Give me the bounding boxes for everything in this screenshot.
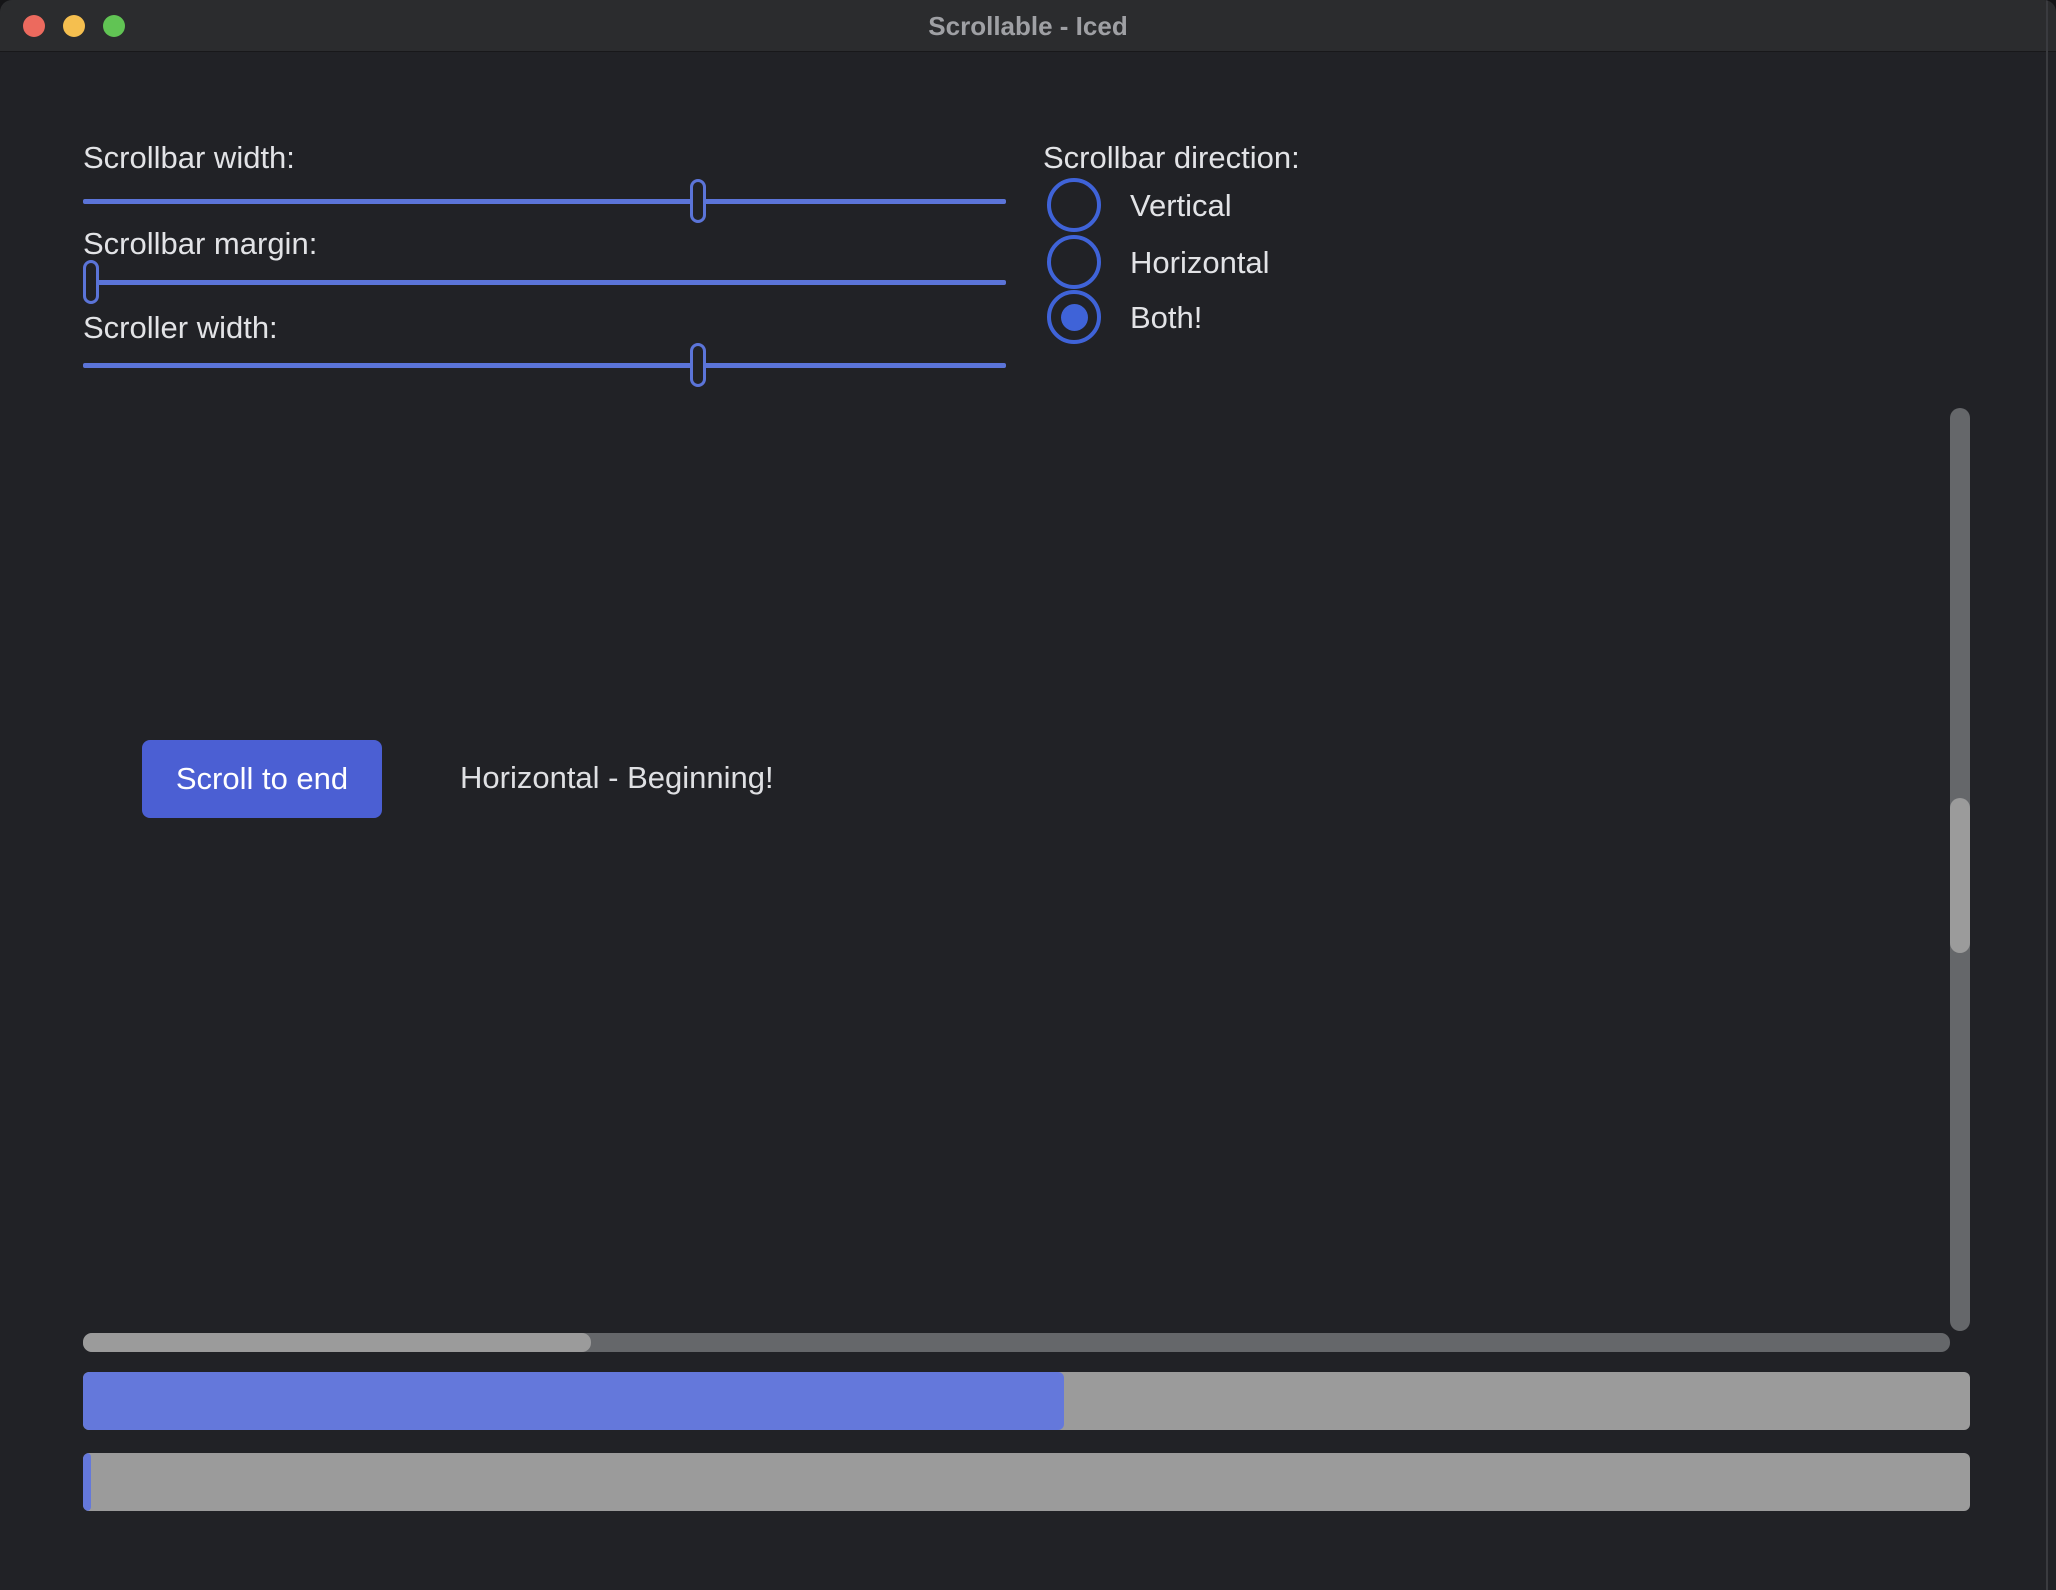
scrollbar-direction-label: Scrollbar direction: (1043, 140, 1300, 176)
horizontal-scrollbar-thumb[interactable] (83, 1333, 591, 1352)
vertical-scrollbar-track[interactable] (1950, 408, 1970, 1331)
slider-handle[interactable] (690, 343, 706, 387)
horizontal-progress-bar (83, 1372, 1970, 1430)
scrollbar-margin-slider[interactable] (83, 260, 1006, 304)
slider-handle[interactable] (83, 260, 99, 304)
scroller-width-label: Scroller width: (83, 310, 278, 346)
progress-fill (83, 1453, 91, 1511)
slider-handle[interactable] (690, 179, 706, 223)
vertical-scrollbar-thumb[interactable] (1950, 798, 1970, 953)
horizontal-scrollbar-track[interactable] (83, 1333, 1950, 1352)
radio-vertical[interactable] (1047, 178, 1101, 232)
radio-vertical-label[interactable]: Vertical (1130, 188, 1232, 224)
scrollbar-width-slider[interactable] (83, 179, 1006, 223)
window-title: Scrollable - Iced (0, 0, 2056, 52)
radio-horizontal-label[interactable]: Horizontal (1130, 245, 1270, 281)
slider-rail[interactable] (83, 363, 1006, 368)
window-edge (2046, 0, 2048, 1590)
titlebar[interactable]: Scrollable - Iced (0, 0, 2056, 52)
scrollbar-width-label: Scrollbar width: (83, 140, 295, 176)
radio-both[interactable] (1047, 290, 1101, 344)
scroll-to-end-button[interactable]: Scroll to end (142, 740, 382, 818)
radio-both-label[interactable]: Both! (1130, 300, 1202, 336)
slider-rail[interactable] (83, 280, 1006, 285)
radio-dot-icon (1061, 304, 1088, 331)
scroll-status-text: Horizontal - Beginning! (460, 760, 774, 796)
scrollbar-margin-label: Scrollbar margin: (83, 226, 317, 262)
app-window: Scrollable - Iced Scrollbar width: Scrol… (0, 0, 2056, 1590)
progress-fill (83, 1372, 1064, 1430)
scroller-width-slider[interactable] (83, 343, 1006, 387)
slider-rail[interactable] (83, 199, 1006, 204)
radio-horizontal[interactable] (1047, 235, 1101, 289)
vertical-progress-bar (83, 1453, 1970, 1511)
